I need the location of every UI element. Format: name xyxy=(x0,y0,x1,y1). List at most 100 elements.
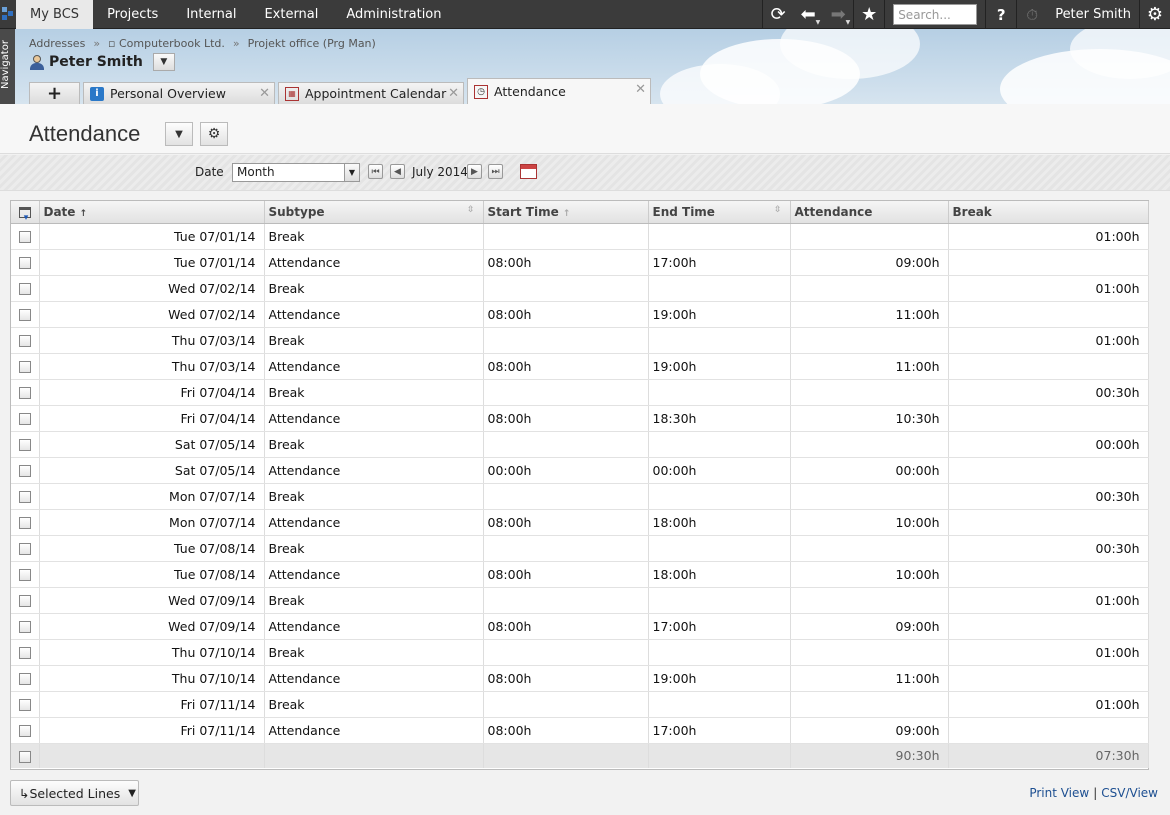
current-user-name[interactable]: Peter Smith xyxy=(1047,7,1139,22)
period-select[interactable]: Month ▼ xyxy=(232,163,360,182)
forward-arrow-icon[interactable]: ➡ ▼ xyxy=(823,0,853,29)
table-row[interactable]: Mon 07/07/14 Attendance 08:00h 18:00h 10:00h xyxy=(11,509,1149,536)
row-checkbox[interactable] xyxy=(18,517,31,529)
gear-icon[interactable]: ⚙ xyxy=(1140,0,1170,29)
table-row[interactable]: Wed 07/09/14 Attendance 08:00h 17:00h 09:00h xyxy=(11,613,1149,640)
add-tab-button[interactable]: + xyxy=(29,82,80,104)
row-checkbox-cell xyxy=(11,431,40,458)
cell-date: Fri 07/11/14 xyxy=(39,717,265,744)
chevron-down-icon[interactable]: ▼ xyxy=(344,164,359,181)
column-header-end-time[interactable]: End Time ⇳ xyxy=(648,201,791,224)
menu-item-projects[interactable]: Projects xyxy=(93,0,172,29)
row-checkbox[interactable] xyxy=(18,465,31,477)
row-checkbox[interactable] xyxy=(18,361,31,373)
row-checkbox[interactable] xyxy=(18,569,31,581)
table-row[interactable]: Thu 07/10/14 Break 01:00h xyxy=(11,639,1149,666)
tab-personal-overview[interactable]: i Personal Overview ✕ xyxy=(83,82,275,104)
cell-subtype: Attendance xyxy=(264,353,484,380)
row-checkbox[interactable] xyxy=(18,673,31,685)
calendar-picker-icon[interactable] xyxy=(520,164,537,179)
table-row[interactable]: Thu 07/03/14 Attendance 08:00h 19:00h 11:00h xyxy=(11,353,1149,380)
cell-break: 01:00h xyxy=(948,223,1149,250)
row-checkbox[interactable] xyxy=(18,621,31,633)
menu-item-my-bcs[interactable]: My BCS xyxy=(16,0,94,29)
cell-start-time xyxy=(483,535,649,562)
column-header-break[interactable]: Break xyxy=(948,201,1149,224)
row-checkbox[interactable] xyxy=(18,439,31,451)
table-row[interactable]: Fri 07/04/14 Attendance 08:00h 18:30h 10:30h xyxy=(11,405,1149,432)
row-checkbox[interactable] xyxy=(18,750,31,763)
table-row[interactable]: Tue 07/01/14 Break 01:00h xyxy=(11,223,1149,250)
table-row[interactable]: Tue 07/08/14 Attendance 08:00h 18:00h 10:00h xyxy=(11,561,1149,588)
close-icon[interactable]: ✕ xyxy=(635,82,646,97)
print-view-link[interactable]: Print View xyxy=(1029,786,1089,800)
help-icon[interactable]: ? xyxy=(986,0,1016,29)
tab-appointment-calendar[interactable]: ▦ Appointment Calendar ✕ xyxy=(278,82,464,104)
favorites-star-icon[interactable]: ★ xyxy=(854,0,884,29)
cell-end-time xyxy=(648,327,791,354)
row-checkbox[interactable] xyxy=(18,309,31,321)
row-checkbox[interactable] xyxy=(18,543,31,555)
column-header-date[interactable]: Date ↑ xyxy=(39,201,265,224)
table-row[interactable]: Thu 07/03/14 Break 01:00h xyxy=(11,327,1149,354)
cell-break xyxy=(948,405,1149,432)
csv-view-link[interactable]: CSV/View xyxy=(1101,786,1158,800)
row-checkbox[interactable] xyxy=(18,725,31,737)
row-checkbox[interactable] xyxy=(18,413,31,425)
row-checkbox[interactable] xyxy=(18,699,31,711)
menu-item-internal[interactable]: Internal xyxy=(172,0,250,29)
column-header-attendance[interactable]: Attendance xyxy=(790,201,949,224)
table-row[interactable]: Tue 07/01/14 Attendance 08:00h 17:00h 09:00h xyxy=(11,249,1149,276)
selected-lines-button[interactable]: ↳ Selected Lines ▼ xyxy=(10,780,139,806)
close-icon[interactable]: ✕ xyxy=(448,86,459,101)
menu-item-administration[interactable]: Administration xyxy=(332,0,455,29)
table-row[interactable]: Fri 07/04/14 Break 00:30h xyxy=(11,379,1149,406)
last-period-icon[interactable]: ⏭ xyxy=(488,164,503,179)
tab-attendance[interactable]: ◷ Attendance ✕ xyxy=(467,78,651,104)
refresh-icon[interactable]: ⟳ xyxy=(763,0,793,29)
row-checkbox[interactable] xyxy=(18,595,31,607)
cell-attendance xyxy=(790,587,949,614)
menu-item-external[interactable]: External xyxy=(250,0,332,29)
row-checkbox[interactable] xyxy=(18,387,31,399)
table-row[interactable]: Wed 07/09/14 Break 01:00h xyxy=(11,587,1149,614)
breadcrumb-item[interactable]: Addresses xyxy=(29,37,85,50)
row-checkbox[interactable] xyxy=(18,231,31,243)
table-row[interactable]: Fri 07/11/14 Attendance 08:00h 17:00h 09:00h xyxy=(11,717,1149,744)
table-row[interactable]: Sat 07/05/14 Attendance 00:00h 00:00h 00:00h xyxy=(11,457,1149,484)
table-row[interactable]: Fri 07/11/14 Break 01:00h xyxy=(11,691,1149,718)
navigator-toggle[interactable]: Navigator xyxy=(0,29,15,104)
settings-gear-icon[interactable]: ⚙ xyxy=(200,122,228,146)
previous-period-icon[interactable]: ◀ xyxy=(390,164,405,179)
column-header-subtype[interactable]: Subtype ⇳ xyxy=(264,201,484,224)
column-chooser-icon[interactable] xyxy=(11,201,40,224)
breadcrumb-item[interactable]: ▫ Computerbook Ltd. xyxy=(108,37,225,50)
cell-end-time: 19:00h xyxy=(648,665,791,692)
stopwatch-icon[interactable]: ⏱ xyxy=(1017,0,1047,29)
cell-attendance xyxy=(790,379,949,406)
table-row[interactable]: Thu 07/10/14 Attendance 08:00h 19:00h 11:00h xyxy=(11,665,1149,692)
first-period-icon[interactable]: ⏮ xyxy=(368,164,383,179)
row-checkbox-cell xyxy=(11,509,40,536)
next-period-icon[interactable]: ▶ xyxy=(467,164,482,179)
app-logo-icon[interactable] xyxy=(2,7,14,21)
table-row[interactable]: Mon 07/07/14 Break 00:30h xyxy=(11,483,1149,510)
person-menu-button[interactable]: ▼ xyxy=(152,53,175,71)
table-row[interactable]: Wed 07/02/14 Attendance 08:00h 19:00h 11:00h xyxy=(11,301,1149,328)
row-checkbox[interactable] xyxy=(18,283,31,295)
row-checkbox[interactable] xyxy=(18,257,31,269)
view-menu-button[interactable]: ▼ xyxy=(165,122,193,146)
row-checkbox[interactable] xyxy=(18,647,31,659)
row-checkbox[interactable] xyxy=(18,335,31,347)
table-row[interactable]: Sat 07/05/14 Break 00:00h xyxy=(11,431,1149,458)
cell-start-time xyxy=(483,691,649,718)
person-name[interactable]: Peter Smith xyxy=(49,54,143,70)
table-row[interactable]: Tue 07/08/14 Break 00:30h xyxy=(11,535,1149,562)
back-arrow-icon[interactable]: ⬅ ▼ xyxy=(793,0,823,29)
row-checkbox[interactable] xyxy=(18,491,31,503)
breadcrumb-item[interactable]: Projekt office (Prg Man) xyxy=(248,37,376,50)
close-icon[interactable]: ✕ xyxy=(259,86,270,101)
column-header-start-time[interactable]: Start Time ↑ xyxy=(483,201,649,224)
search-input[interactable] xyxy=(893,4,978,25)
table-row[interactable]: Wed 07/02/14 Break 01:00h xyxy=(11,275,1149,302)
